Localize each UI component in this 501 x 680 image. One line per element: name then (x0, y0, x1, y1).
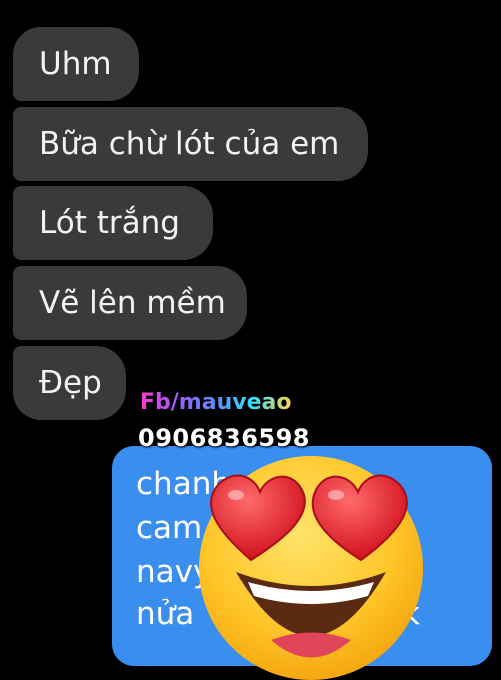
message-text: Bữa chừ lót của em (39, 126, 340, 162)
message-text: Đẹp (39, 365, 102, 401)
received-message-bubble[interactable]: Đẹp (13, 346, 126, 420)
watermark-fb-handle: Fb/mauveao (140, 390, 292, 415)
message-text: Vẽ lên mềm (39, 285, 226, 321)
received-message-bubble[interactable]: Lót trắng (13, 186, 213, 260)
watermark-phone-number: 0906836598 (138, 424, 310, 452)
heart-eyes-emoji-icon (199, 456, 423, 680)
message-text: Lót trắng (39, 205, 180, 241)
received-message-bubble[interactable]: Bữa chừ lót của em (13, 107, 368, 181)
sent-message-line: cam (136, 510, 203, 546)
received-message-bubble[interactable]: Uhm (13, 27, 139, 101)
message-text: Uhm (39, 46, 112, 82)
sent-message-line: nửa (136, 596, 195, 632)
received-message-bubble[interactable]: Vẽ lên mềm (13, 266, 247, 340)
